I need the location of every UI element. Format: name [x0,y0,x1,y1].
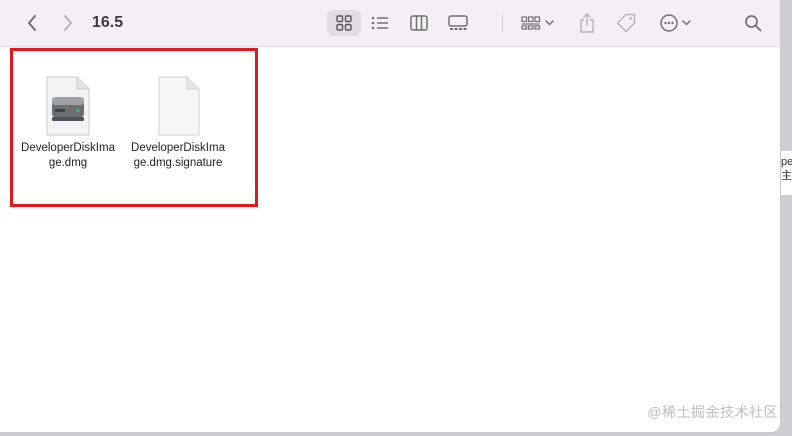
toolbar: 16.5 [0,0,780,47]
chevron-right-icon [64,15,72,31]
gallery-view-button[interactable] [443,0,473,46]
tag-button[interactable] [612,0,640,46]
tag-icon [616,13,636,33]
more-actions-button[interactable] [655,0,697,46]
watermark: @稀土掘金技术社区 [647,404,778,420]
group-icon [521,16,554,30]
chevron-left-icon [28,15,36,31]
gallery-view-icon [448,15,468,30]
search-icon [745,15,762,32]
back-button[interactable] [18,0,46,46]
share-button[interactable] [574,0,600,46]
column-view-icon [410,15,428,31]
folder-title: 16.5 [92,14,124,31]
background-window-text: pe 主.w [781,156,792,182]
highlight-box [10,48,258,207]
search-button[interactable] [738,0,768,46]
finder-window: 16.5 DeveloperDiskIma ge.dmg DeveloperDi… [0,0,781,433]
toolbar-divider [502,14,503,32]
forward-button[interactable] [54,0,82,46]
background-window-fragment: pe 主.w [781,150,792,196]
icon-view-icon [336,15,352,31]
share-icon [580,13,594,33]
list-view-icon [371,16,388,30]
group-button[interactable] [516,0,560,46]
more-actions-icon [660,14,691,32]
list-view-button[interactable] [366,0,394,46]
column-view-button[interactable] [405,0,433,46]
icon-view-button[interactable] [326,0,362,46]
